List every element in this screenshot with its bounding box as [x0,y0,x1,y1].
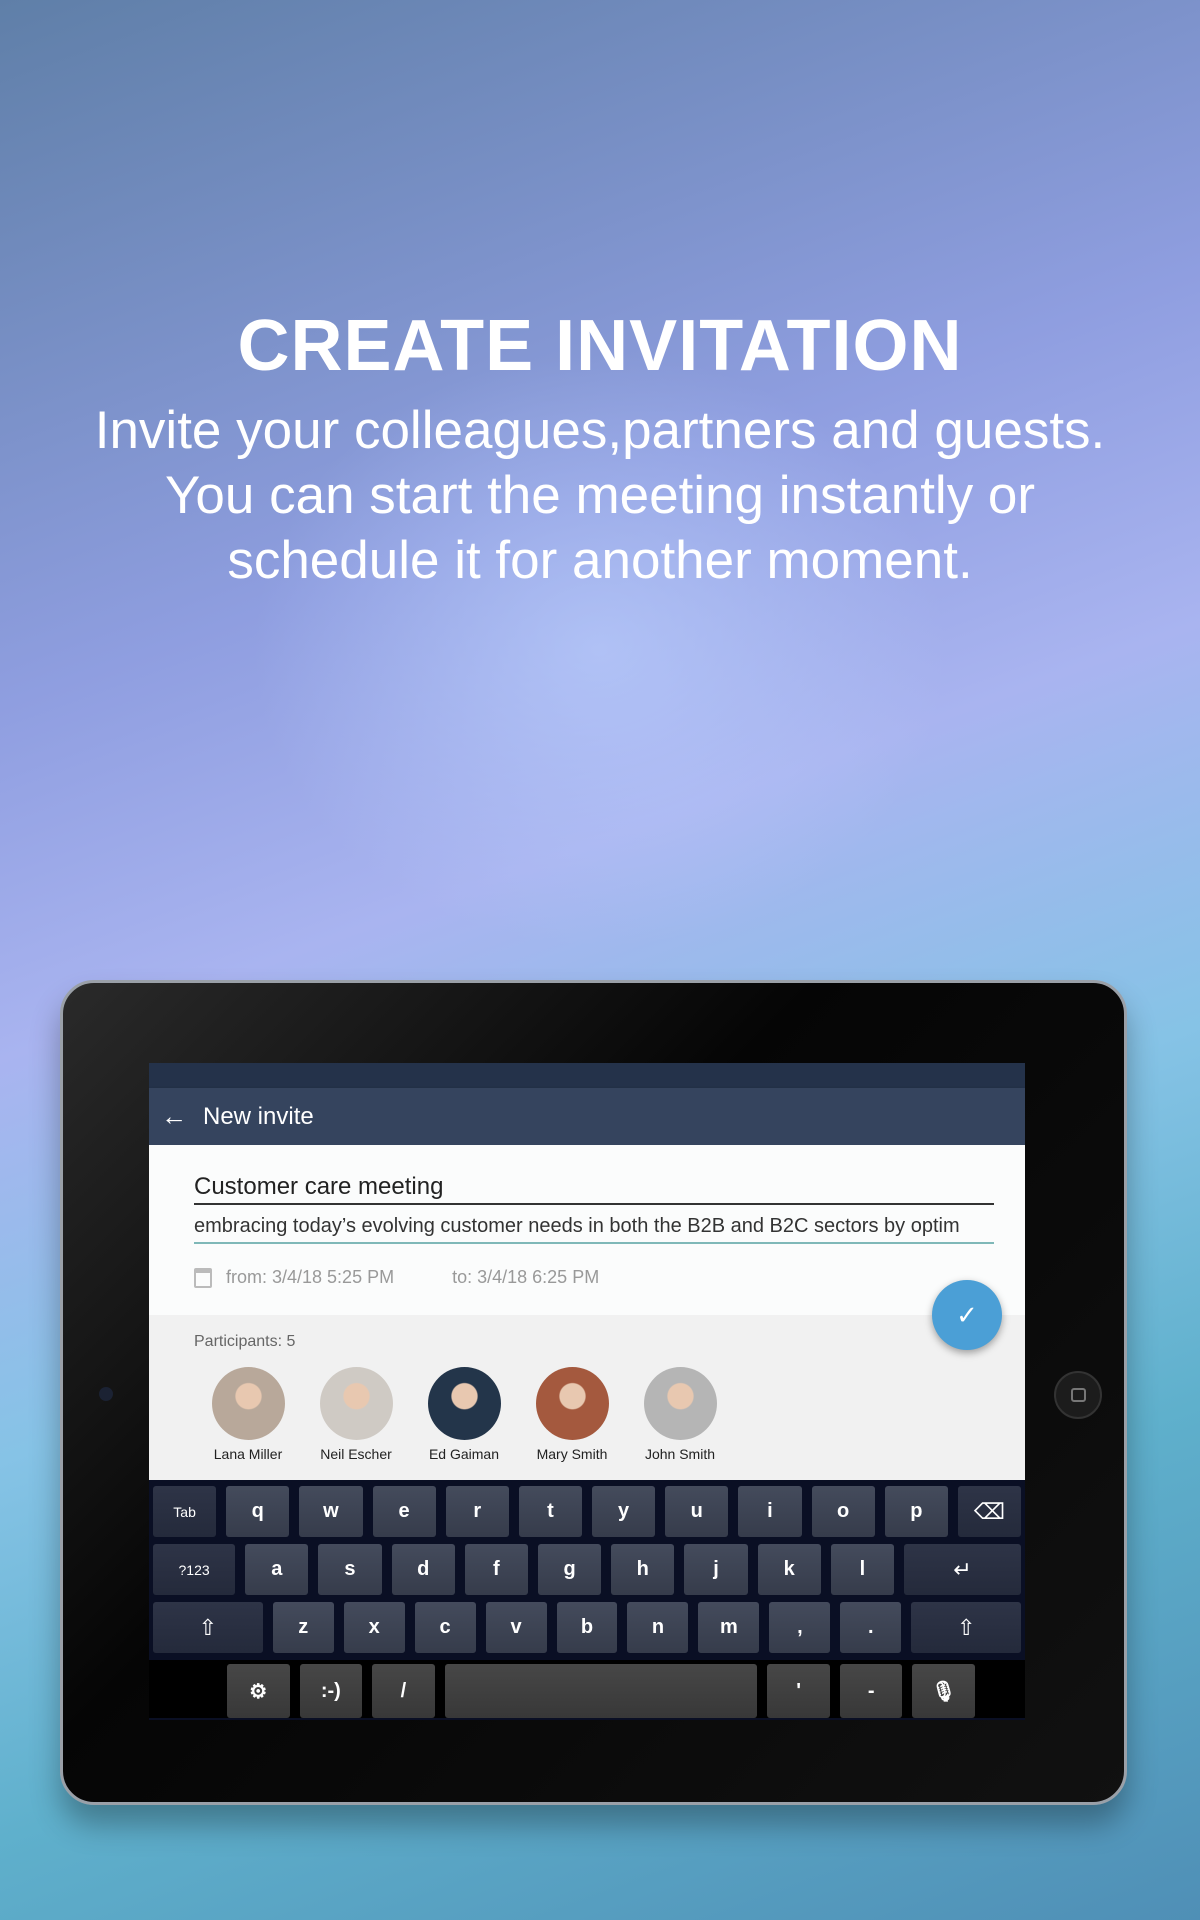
key[interactable]: m [698,1602,760,1653]
keyboard-row: ?123 a s d f g h j k l ↵ [153,1544,1021,1595]
avatar [427,1367,501,1440]
key[interactable]: d [391,1544,455,1595]
key[interactable]: - [839,1664,903,1718]
key[interactable]: x [343,1602,405,1653]
key[interactable]: , [769,1602,831,1653]
description-input[interactable]: embracing today’s evolving customer need… [194,1215,994,1244]
status-bar [149,1063,1025,1088]
key[interactable]: s [318,1544,382,1595]
key[interactable]: 🎙 [912,1664,976,1718]
participant[interactable]: Lana Miller [194,1367,302,1462]
key[interactable]: a [245,1544,309,1595]
key[interactable]: ⇧ [911,1602,1022,1653]
app-bar: ← New invite [149,1088,1025,1145]
participant[interactable]: Ed Gaiman [410,1367,518,1462]
key[interactable]: c [414,1602,476,1653]
key[interactable]: z [272,1602,334,1653]
from-date[interactable]: from: 3/4/18 5:25 PM [226,1267,394,1288]
key[interactable]: g [537,1544,602,1595]
key[interactable]: u [665,1486,729,1537]
key[interactable]: r [445,1486,509,1537]
key[interactable]: Tab [153,1486,217,1537]
keyboard-row: ⇧ z x c v b n m,. ⇧ [153,1602,1022,1653]
key[interactable]: q [226,1486,290,1537]
key[interactable]: y [592,1486,656,1537]
tablet-screen: ← New invite Customer care meeting embra… [149,1063,1025,1720]
date-range: from: 3/4/18 5:25 PM to: 3/4/18 6:25 PM [194,1267,599,1288]
key[interactable]: :-) [299,1664,363,1718]
participant[interactable]: Neil Escher [302,1367,410,1462]
avatar [319,1367,393,1440]
participant-name: Mary Smith [536,1446,608,1462]
participant-name: Neil Escher [320,1446,392,1462]
home-button[interactable] [1054,1371,1102,1419]
key[interactable]: o [811,1486,875,1537]
subheadline-line: schedule it for another moment. [227,531,973,590]
key[interactable]: ⚙ [227,1664,290,1718]
subheadline-line: Invite your colleagues,partners and gues… [94,401,1106,460]
participant-name: Ed Gaiman [428,1446,500,1462]
key[interactable]: ⌫ [957,1486,1022,1537]
keyboard-row: Tab q w e r t y u i o p ⌫ [153,1486,1022,1537]
arrow-left-icon[interactable]: ← [161,1101,187,1132]
key[interactable]: b [556,1602,618,1653]
key[interactable]: v [485,1602,547,1653]
key[interactable]: ⇧ [153,1602,263,1653]
keyboard-row: ⚙:-) / ' - 🎙 [149,1660,1025,1718]
to-date[interactable]: to: 3/4/18 6:25 PM [452,1267,599,1288]
confirm-button[interactable]: ✓ [932,1280,1002,1350]
key[interactable]: f [464,1544,528,1595]
key[interactable]: n [627,1602,689,1653]
key[interactable]: ' [767,1664,830,1718]
participant-name: John Smith [644,1446,716,1462]
camera [99,1387,113,1401]
meeting-title-input[interactable]: Customer care meeting [194,1173,994,1205]
invite-form: Customer care meeting embracing today’s … [149,1145,1025,1315]
key[interactable] [444,1664,758,1718]
participants-label: Participants: 5 [194,1333,296,1350]
subheadline: Invite your colleagues,partners and gues… [0,398,1200,593]
participant[interactable]: Mary Smith [518,1367,626,1462]
participant[interactable]: John Smith [626,1367,734,1462]
key[interactable]: . [840,1602,902,1653]
key[interactable]: w [299,1486,363,1537]
key[interactable]: k [757,1544,821,1595]
keyboard: Tab q w e r t y u i o p ⌫ ?123 a s d f g h j k l ↵ ⇧ z x c v b n m,. ⇧ ⚙… [149,1480,1025,1720]
key[interactable]: l [830,1544,894,1595]
participant-name: Lana Miller [213,1446,283,1462]
key[interactable]: p [884,1486,948,1537]
key[interactable]: e [372,1486,436,1537]
avatar [211,1367,285,1440]
calendar-icon [194,1267,212,1288]
key[interactable]: / [372,1664,435,1718]
page-title: New invite [203,1102,314,1130]
avatar [535,1367,609,1440]
key[interactable]: t [518,1486,583,1537]
subheadline-line: You can start the meeting instantly or [164,466,1036,525]
key[interactable]: i [738,1486,802,1537]
check-icon: ✓ [956,1299,978,1330]
key[interactable]: ↵ [904,1544,1021,1595]
key[interactable]: j [684,1544,748,1595]
participants-section: Participants: 5 Lana Miller Neil Escher Ed… [149,1315,1025,1480]
headline: CREATE INVITATION [237,306,963,386]
avatar [643,1367,717,1440]
key[interactable]: ?123 [153,1544,236,1595]
key[interactable]: h [611,1544,675,1595]
